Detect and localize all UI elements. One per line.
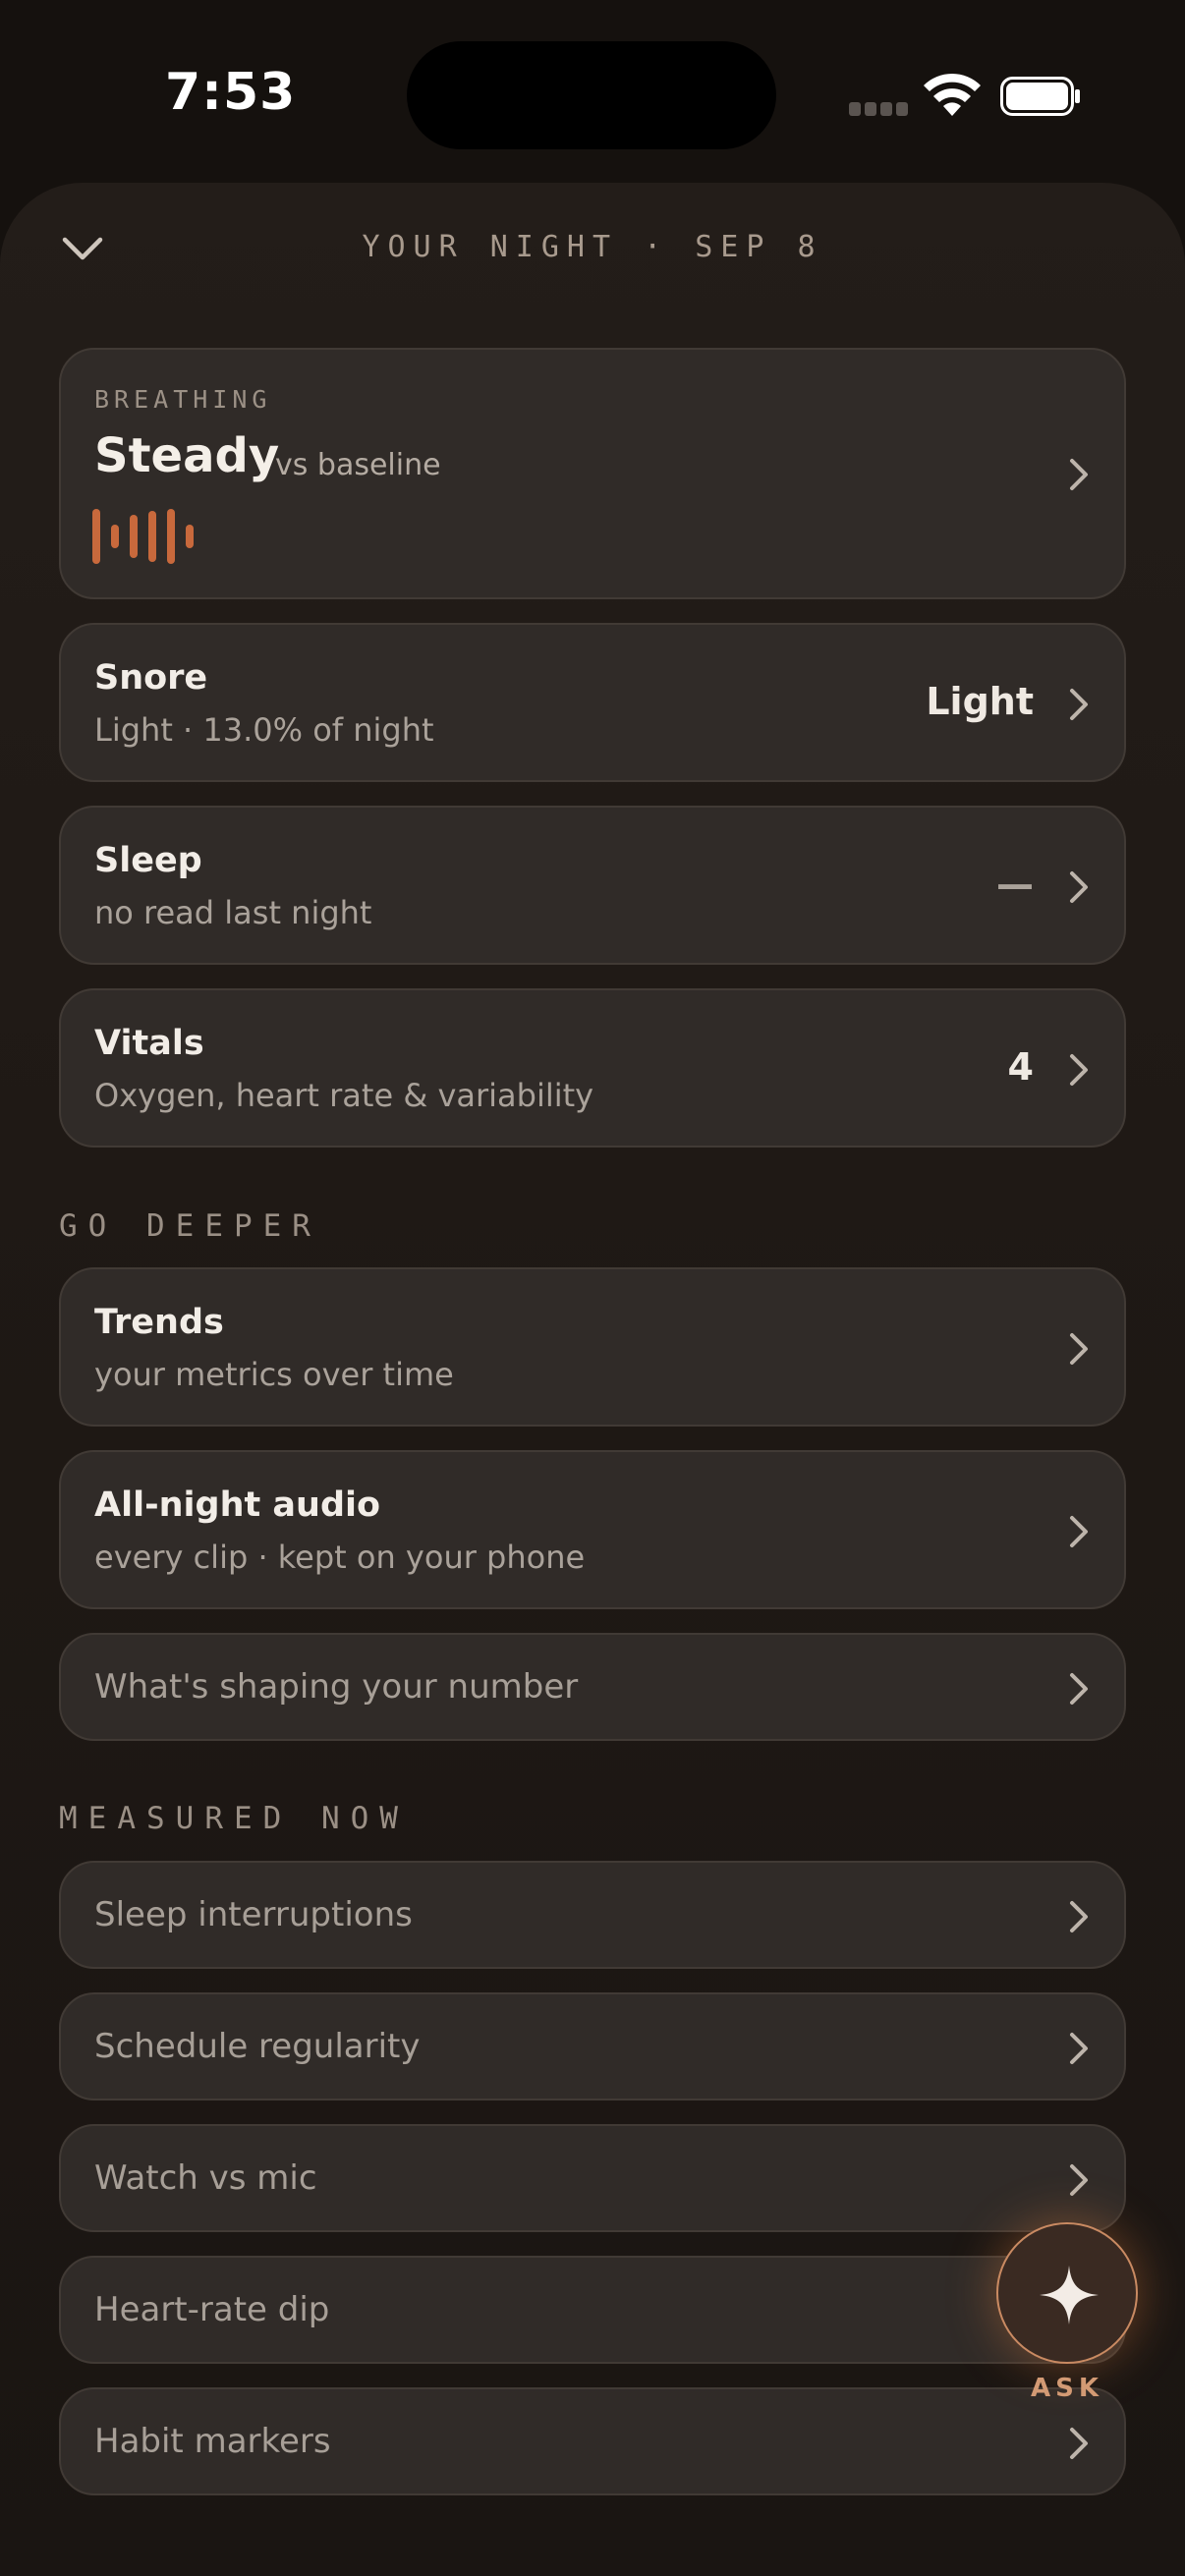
list-item-label: Schedule regularity — [94, 2027, 421, 2066]
vitals-subtitle: Oxygen, heart rate & variability — [94, 1077, 594, 1114]
breathing-waveform-icon — [92, 509, 194, 564]
sleep-value: — — [996, 863, 1034, 906]
breathing-label: BREATHING — [94, 385, 272, 414]
breathing-card[interactable]: BREATHING Steady vs baseline — [59, 348, 1126, 599]
chevron-right-icon — [1070, 689, 1088, 720]
section-measured-now: MEASURED NOW — [59, 1801, 409, 1836]
breathing-value: Steady — [94, 428, 280, 483]
status-time: 7:53 — [165, 63, 297, 122]
chevron-right-icon — [1070, 1516, 1088, 1547]
watch-vs-mic-row[interactable]: Watch vs mic — [59, 2124, 1126, 2232]
sleep-title: Sleep — [94, 841, 202, 880]
snore-title: Snore — [94, 658, 208, 698]
snore-row[interactable]: Snore Light · 13.0% of night Light — [59, 623, 1126, 782]
audio-subtitle: every clip · kept on your phone — [94, 1539, 586, 1576]
cellular-signal-icon — [849, 102, 908, 116]
trends-subtitle: your metrics over time — [94, 1356, 454, 1393]
vitals-title: Vitals — [94, 1024, 204, 1063]
section-go-deeper: GO DEEPER — [59, 1208, 321, 1244]
list-item-label: Habit markers — [94, 2422, 331, 2461]
vitals-count: 4 — [1007, 1045, 1034, 1089]
night-detail-sheet: YOUR NIGHT · SEP 8 BREATHING Steady vs b… — [0, 183, 1185, 2576]
chevron-right-icon — [1070, 1333, 1088, 1365]
ask-label: ASK — [1031, 2374, 1103, 2403]
chevron-right-icon — [1070, 1054, 1088, 1086]
chevron-right-icon — [1070, 2033, 1088, 2064]
list-item-label: Watch vs mic — [94, 2158, 317, 2198]
ask-button[interactable] — [996, 2222, 1138, 2364]
audio-title: All-night audio — [94, 1485, 381, 1525]
heart-rate-dip-row[interactable]: Heart-rate dip — [59, 2256, 1126, 2364]
dynamic-island — [407, 41, 776, 149]
snore-subtitle: Light · 13.0% of night — [94, 711, 434, 749]
battery-icon — [1000, 77, 1080, 116]
trends-title: Trends — [94, 1303, 224, 1342]
vitals-row[interactable]: Vitals Oxygen, heart rate & variability … — [59, 988, 1126, 1148]
all-night-audio-row[interactable]: All-night audio every clip · kept on you… — [59, 1450, 1126, 1609]
sleep-row[interactable]: Sleep no read last night — — [59, 806, 1126, 965]
sleep-interruptions-row[interactable]: Sleep interruptions — [59, 1861, 1126, 1969]
chevron-right-icon — [1070, 2428, 1088, 2459]
chevron-right-icon — [1070, 1901, 1088, 1932]
snore-value: Light — [926, 680, 1034, 723]
chevron-right-icon — [1070, 871, 1088, 903]
habit-markers-row[interactable]: Habit markers — [59, 2387, 1126, 2495]
wifi-icon — [924, 73, 981, 116]
sparkle-icon — [1040, 2266, 1099, 2324]
chevron-right-icon — [1070, 459, 1088, 490]
trends-row[interactable]: Trends your metrics over time — [59, 1267, 1126, 1427]
shaping-number-row[interactable]: What's shaping your number — [59, 1633, 1126, 1741]
schedule-regularity-row[interactable]: Schedule regularity — [59, 1992, 1126, 2100]
list-item-label: Heart-rate dip — [94, 2290, 330, 2329]
list-item-label: Sleep interruptions — [94, 1895, 413, 1934]
chevron-right-icon — [1070, 1673, 1088, 1705]
breathing-comparison: vs baseline — [275, 448, 441, 482]
shaping-title: What's shaping your number — [94, 1667, 579, 1707]
status-bar: 7:53 — [0, 0, 1185, 177]
page-title: YOUR NIGHT · SEP 8 — [362, 230, 823, 264]
chevron-right-icon — [1070, 2164, 1088, 2196]
sleep-subtitle: no read last night — [94, 894, 372, 931]
